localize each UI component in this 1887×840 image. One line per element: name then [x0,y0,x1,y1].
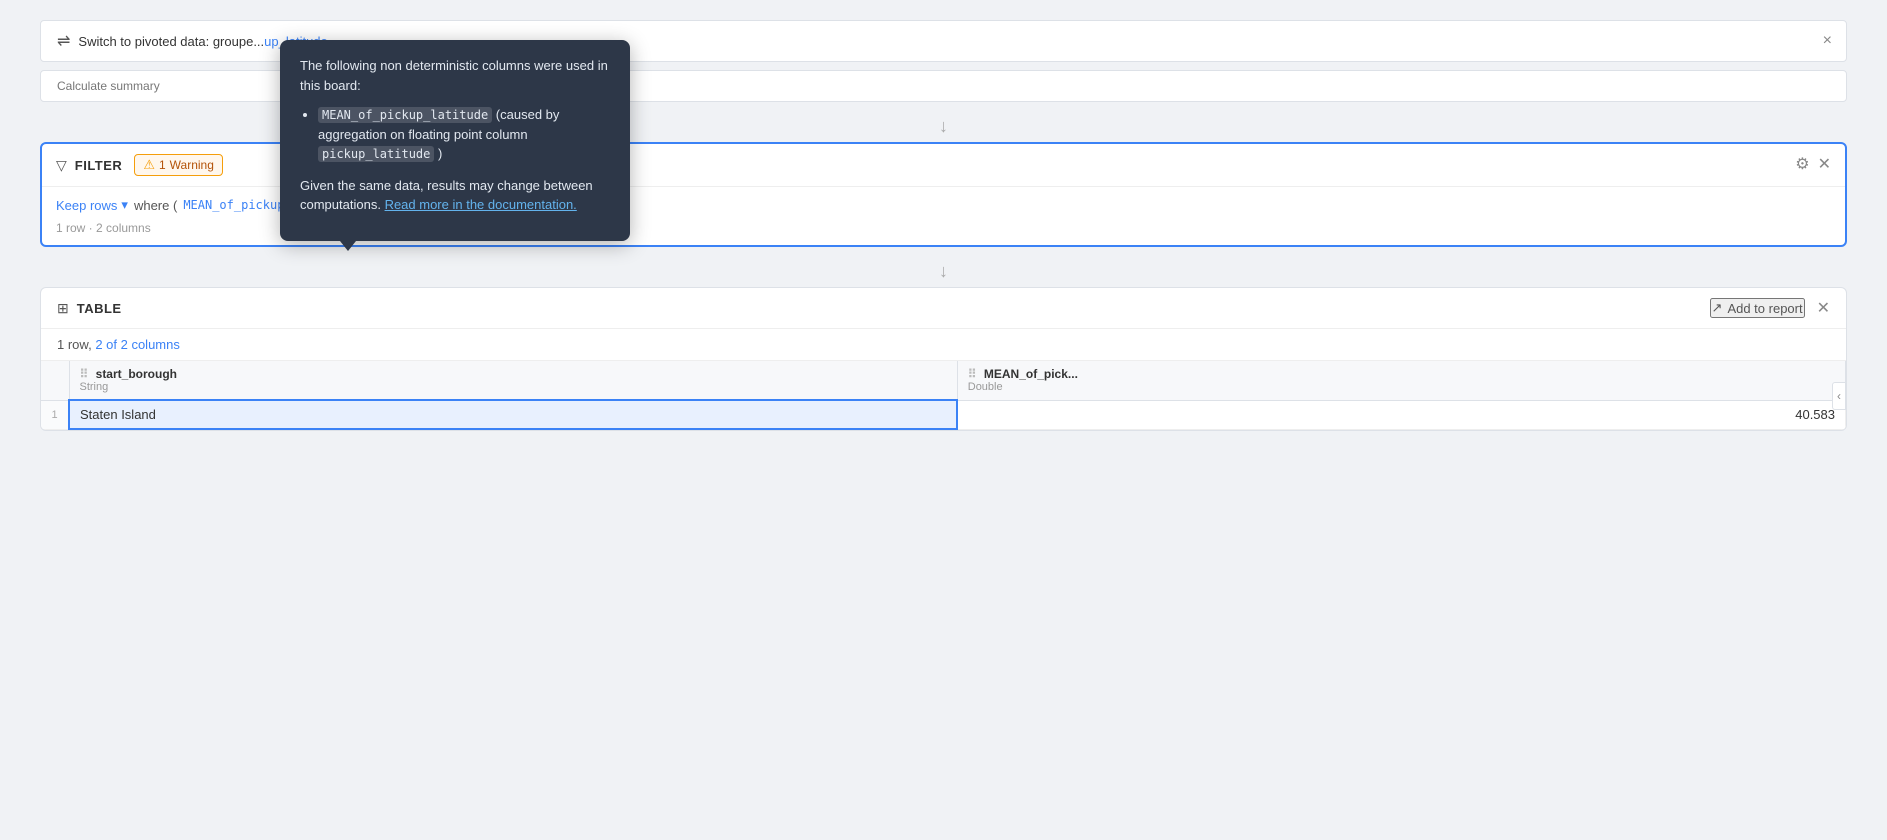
scroll-right-button[interactable]: ‹ [1832,382,1846,410]
table-close-button[interactable]: ✕ [1817,298,1830,318]
table-icon: ⊞ [57,300,69,317]
col-drag-icon: ⠿ [80,367,89,381]
table-row-count: 1 row, [57,337,92,352]
cell-staten-island[interactable]: Staten Island [69,400,957,429]
table-meta: 1 row, 2 of 2 columns [41,329,1846,361]
table-header-row: ⠿ start_borough String ⠿ MEAN_of_pick...… [41,361,1846,400]
pivot-ellipsis: ... [253,34,264,49]
table-block: ⊞ TABLE ↗ Add to report ✕ 1 row, 2 of 2 … [40,287,1847,431]
warning-count: 1 [159,158,166,172]
add-to-report-icon: ↗ [1712,300,1723,316]
filter-icon: ▽ [56,157,67,174]
tooltip-text2: Given the same data, results may change … [300,176,610,215]
tooltip-item-end: ) [438,146,442,161]
col-header-start-borough[interactable]: ⠿ start_borough String [69,361,957,400]
filter-actions: ⚙ ✕ [1795,154,1831,174]
cell-mean-value: 40.583 [957,400,1845,429]
pivot-close-button[interactable]: × [1823,32,1832,50]
table-header: ⊞ TABLE ↗ Add to report ✕ [41,288,1846,329]
tooltip-link[interactable]: Read more in the documentation. [385,197,577,212]
row-number-1: 1 [41,400,69,429]
col-drag-icon-2: ⠿ [968,367,977,381]
tooltip-list-item: MEAN_of_pickup_latitude (caused by aggre… [318,105,610,164]
warning-badge[interactable]: ⚠ 1 Warning [134,154,223,176]
tooltip-text1: The following non deterministic columns … [300,56,610,95]
col-name-mean-pickup: MEAN_of_pick... [984,367,1078,381]
table-wrapper: ⠿ start_borough String ⠿ MEAN_of_pick...… [41,361,1846,430]
table-col-count: 2 of 2 columns [95,337,180,352]
col-header-mean-pickup[interactable]: ⠿ MEAN_of_pick... Double [957,361,1845,400]
filter-title: FILTER [75,158,123,173]
down-arrow-connector-2: ↓ [40,259,1847,283]
keep-rows-button[interactable]: Keep rows ▾ [56,197,128,213]
keep-rows-chevron: ▾ [121,197,128,213]
col-type-mean-pickup: Double [968,381,1835,393]
add-to-report-label: Add to report [1727,301,1802,316]
filter-settings-icon[interactable]: ⚙ [1795,154,1809,174]
add-to-report-button[interactable]: ↗ Add to report [1710,298,1805,318]
row-num-header [41,361,69,400]
col-type-start-borough: String [80,381,947,393]
tooltip-code2: pickup_latitude [318,146,434,162]
filter-close-icon[interactable]: ✕ [1818,154,1831,174]
table-title: TABLE [77,301,1710,316]
warning-label: Warning [170,158,214,172]
col-name-start-borough: start_borough [96,367,177,381]
data-table: ⠿ start_borough String ⠿ MEAN_of_pick...… [41,361,1846,430]
keep-rows-label: Keep rows [56,198,117,213]
switch-icon: ⇌ [57,31,70,51]
pivot-grouped: groupe [209,34,253,49]
filter-where: where ( [134,198,177,213]
table-row: 1 Staten Island 40.583 [41,400,1846,429]
tooltip-popup: The following non deterministic columns … [280,40,630,241]
tooltip-code1: MEAN_of_pickup_latitude [318,107,492,123]
pivot-label: Switch to pivoted data: [78,34,209,49]
warning-icon: ⚠ [143,157,155,173]
